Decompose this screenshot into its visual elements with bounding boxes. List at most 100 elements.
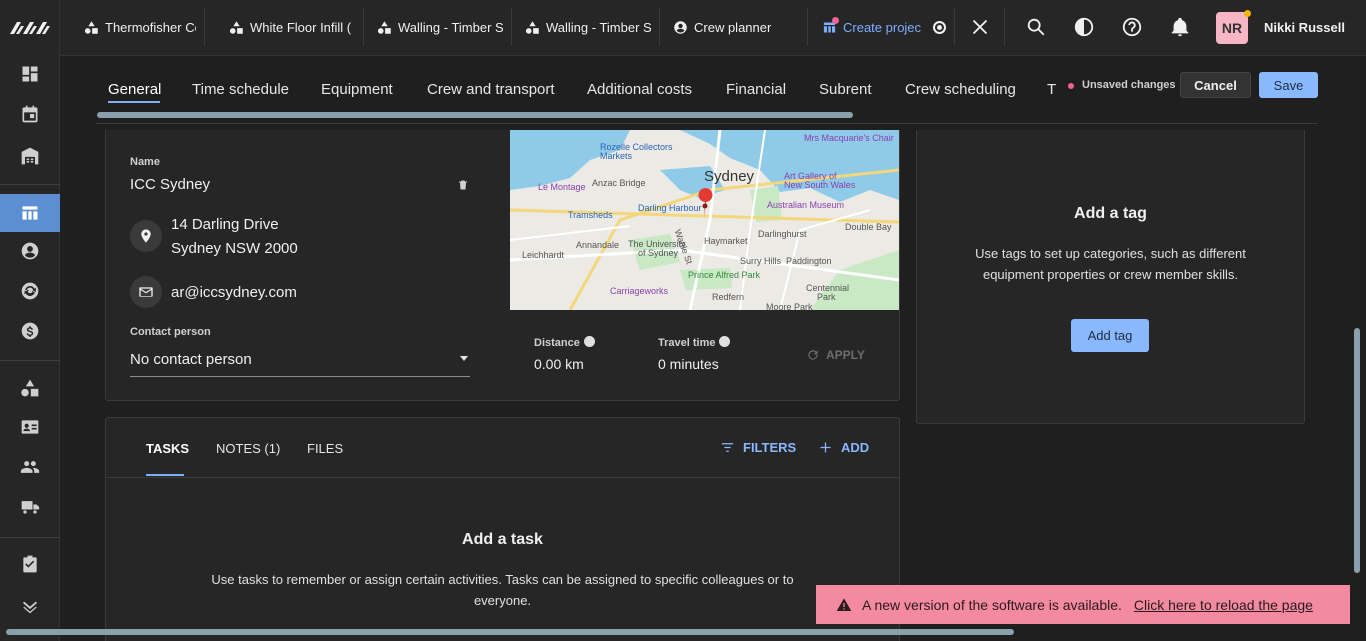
sidebar-item-contacts[interactable] xyxy=(0,232,60,270)
add-tag-button[interactable]: Add tag xyxy=(1071,319,1149,352)
tab-label: Walling - Timber S xyxy=(398,19,503,35)
map-label: Anzac Bridge xyxy=(592,178,646,188)
search-button[interactable] xyxy=(1025,16,1047,38)
help-button[interactable] xyxy=(1121,16,1143,38)
delete-location-button[interactable] xyxy=(457,178,469,192)
tab-tasks[interactable]: TASKS xyxy=(146,441,189,456)
shapes-icon xyxy=(21,379,39,397)
dropdown-caret-icon[interactable] xyxy=(460,356,468,361)
subtab-subrent[interactable]: Subrent xyxy=(819,81,872,98)
map-label: Double Bay xyxy=(845,222,892,232)
subtab-overflow[interactable]: T xyxy=(1047,81,1056,98)
vertical-scrollbar[interactable] xyxy=(1354,328,1360,573)
subtab-financial[interactable]: Financial xyxy=(726,81,786,98)
filter-icon xyxy=(721,443,734,452)
info-icon[interactable] xyxy=(719,336,731,347)
horizontal-scrollbar[interactable] xyxy=(6,629,1014,635)
filters-button[interactable]: FILTERS xyxy=(720,440,796,455)
tab-label: Walling - Timber S xyxy=(546,19,651,35)
contrast-icon xyxy=(1074,17,1094,37)
sidebar-item-sync[interactable] xyxy=(0,272,60,310)
apply-label: APPLY xyxy=(826,348,865,362)
sidebar-item-projects[interactable] xyxy=(0,194,60,232)
map-label: Annandale xyxy=(576,240,620,250)
tasks-empty-title: Add a task xyxy=(462,531,543,548)
location-email[interactable]: ar@iccsydney.com xyxy=(171,284,297,301)
theme-toggle-button[interactable] xyxy=(1073,16,1095,38)
sidebar-item-calendar[interactable] xyxy=(0,95,60,133)
sidebar-item-crew[interactable] xyxy=(0,408,60,446)
map-label: Markets xyxy=(600,151,633,161)
shapes-icon xyxy=(229,20,244,35)
map-label: Redfern xyxy=(712,292,745,302)
tab-files[interactable]: FILES xyxy=(307,441,343,456)
sync-icon xyxy=(21,282,39,300)
subtabs-scrollbar[interactable] xyxy=(97,112,853,118)
tags-empty-title: Add a tag xyxy=(1074,205,1147,222)
user-avatar[interactable]: NR xyxy=(1216,12,1248,44)
subtab-time-schedule[interactable]: Time schedule xyxy=(192,81,289,98)
reload-page-link[interactable]: Click here to reload the page xyxy=(1134,597,1313,613)
sidebar-item-more[interactable] xyxy=(0,586,60,624)
app-logo[interactable] xyxy=(8,18,52,38)
tab-notes[interactable]: NOTES (1) xyxy=(216,441,280,456)
save-button[interactable]: Save xyxy=(1259,72,1318,98)
sidebar xyxy=(0,0,60,641)
sidebar-item-equipment[interactable] xyxy=(0,369,60,407)
tab-crew-planner[interactable]: Crew planner xyxy=(661,8,808,46)
shapes-icon xyxy=(377,20,392,35)
group-icon xyxy=(20,461,40,473)
add-task-button[interactable]: ADD xyxy=(818,440,869,455)
subtab-crew-scheduling[interactable]: Crew scheduling xyxy=(905,81,1016,98)
close-all-tabs-button[interactable] xyxy=(969,16,991,38)
unsaved-changes-label: Unsaved changes xyxy=(1082,79,1176,91)
tab-label: Crew planner xyxy=(694,19,772,35)
location-name[interactable]: ICC Sydney xyxy=(130,176,210,193)
sidebar-item-transport[interactable] xyxy=(0,488,60,526)
dollar-icon xyxy=(21,322,39,340)
contact-icon xyxy=(21,242,39,260)
sidebar-item-tasks[interactable] xyxy=(0,545,60,583)
tab-project-1[interactable]: Thermofisher Cou xyxy=(72,8,205,46)
avatar-status-dot xyxy=(1244,10,1251,17)
filters-label: FILTERS xyxy=(743,440,797,455)
tab-create-project[interactable]: Create projec xyxy=(810,8,955,46)
sidebar-item-groups[interactable] xyxy=(0,448,60,486)
tasks-divider xyxy=(106,477,899,478)
apply-button[interactable]: APPLY xyxy=(806,348,865,362)
cancel-button[interactable]: Cancel xyxy=(1180,72,1251,98)
distance-value: 0.00 km xyxy=(534,356,584,372)
toast-message: A new version of the software is availab… xyxy=(862,596,1122,613)
sidebar-item-dashboard[interactable] xyxy=(0,55,60,93)
unsaved-indicator xyxy=(1068,83,1074,89)
tab-project-4[interactable]: Walling - Timber S xyxy=(513,8,660,46)
travel-time-value: 0 minutes xyxy=(658,356,719,372)
location-panel: Name ICC Sydney 14 Darling Drive Sydney … xyxy=(105,130,900,401)
notifications-button[interactable] xyxy=(1169,16,1191,38)
subtab-general[interactable]: General xyxy=(108,81,161,98)
info-icon[interactable] xyxy=(583,336,595,347)
location-map[interactable]: Sydney Rozelle Collectors Markets Mrs Ma… xyxy=(510,130,899,310)
tab-project-3[interactable]: Walling - Timber S xyxy=(365,8,512,46)
top-bar: Thermofisher Cou White Floor Infill ( Wa… xyxy=(60,0,1366,56)
sidebar-item-warehouse[interactable] xyxy=(0,137,60,175)
topbar-divider xyxy=(1004,8,1005,46)
tasks-tab-indicator xyxy=(146,474,184,476)
tab-close-circle-icon[interactable] xyxy=(933,20,946,34)
address-line-2: Sydney NSW 2000 xyxy=(171,240,298,257)
user-name[interactable]: Nikki Russell xyxy=(1264,20,1345,35)
subtab-crew-transport[interactable]: Crew and transport xyxy=(427,81,555,98)
map-label: Australian Museum xyxy=(767,200,845,210)
search-icon xyxy=(1027,18,1045,36)
sidebar-item-finance[interactable] xyxy=(0,312,60,350)
address-pin xyxy=(130,220,162,252)
contact-icon xyxy=(673,20,688,35)
contact-person-select[interactable]: No contact person xyxy=(130,351,252,368)
tab-project-2[interactable]: White Floor Infill ( xyxy=(217,8,364,46)
subtab-additional-costs[interactable]: Additional costs xyxy=(587,81,692,98)
distance-label: Distance xyxy=(534,336,595,349)
subtab-equipment[interactable]: Equipment xyxy=(321,81,393,98)
warehouse-icon xyxy=(21,147,39,165)
map-label: Carriageworks xyxy=(610,286,669,296)
tab-label: Thermofisher Cou xyxy=(105,19,196,35)
